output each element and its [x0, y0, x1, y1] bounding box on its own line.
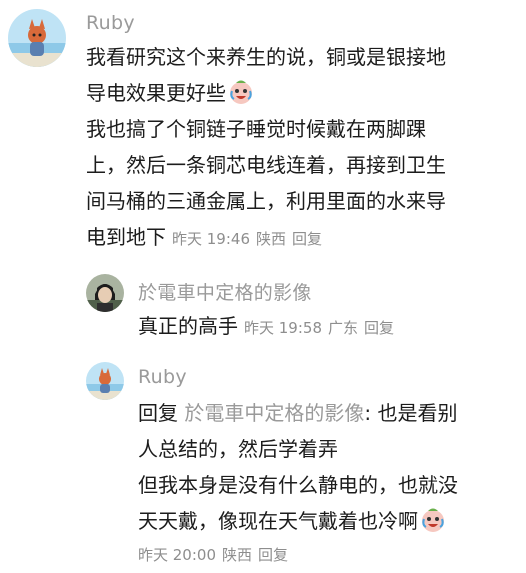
avatar-ruby[interactable] — [86, 362, 124, 400]
comment-time: 昨天 19:46 — [172, 230, 250, 248]
comment-time: 昨天 19:58 — [244, 319, 322, 337]
comment-line: 但我本身是没有什么静电的，也就没 — [138, 473, 458, 497]
comment-meta: 昨天 19:58 广东 回复 — [244, 319, 400, 337]
comment-location: 广东 — [328, 319, 359, 337]
comment-line: 间马桶的三通金属上，利用里面的水来导 — [86, 189, 446, 213]
comment-body: 真正的高手 昨天 19:58 广东 回复 — [138, 308, 400, 346]
comment-line: 天天戴，像现在天气戴着也冷啊 — [138, 509, 418, 533]
comment-body: 我看研究这个来养生的说，铜或是银接地 导电效果更好些 我也搞了个铜链子睡觉时候戴… — [86, 39, 446, 257]
reply-prefix: 回复 — [138, 401, 178, 425]
comment-author[interactable]: 於電車中定格的影像 — [138, 278, 312, 305]
comment-line: 导电效果更好些 — [86, 81, 226, 105]
comment-author[interactable]: Ruby — [86, 12, 135, 34]
reply-button[interactable]: 回复 — [364, 319, 394, 337]
comment-line: 我看研究这个来养生的说，铜或是银接地 — [86, 45, 446, 69]
crying-laughing-face-icon — [230, 80, 252, 104]
mention-link[interactable]: 於電車中定格的影像 — [184, 401, 364, 425]
reply-button[interactable]: 回复 — [258, 546, 288, 564]
comment-meta: 昨天 19:46 陕西 回复 — [172, 230, 328, 248]
comment-author[interactable]: Ruby — [138, 366, 187, 388]
avatar-commenter[interactable] — [86, 274, 124, 312]
avatar-ruby[interactable] — [8, 9, 66, 67]
comment-line: : 也是看别 — [364, 401, 458, 425]
reply-button[interactable]: 回复 — [292, 230, 322, 248]
comment-line: 上，然后一条铜芯电线连着，再接到卫生 — [86, 153, 446, 177]
comment-body: 回复 於電車中定格的影像: 也是看别 人总结的，然后学着弄 但我本身是没有什么静… — [138, 395, 458, 539]
comment-line: 真正的高手 — [138, 314, 238, 338]
comment-line: 电到地下 — [86, 225, 166, 249]
comment-line: 人总结的，然后学着弄 — [138, 437, 338, 461]
comment-location: 陕西 — [222, 546, 253, 564]
comment-location: 陕西 — [256, 230, 287, 248]
comment-time: 昨天 20:00 — [138, 546, 216, 564]
comment-line: 我也搞了个铜链子睡觉时候戴在两脚踝 — [86, 117, 426, 141]
comment-meta: 昨天 20:00 陕西 回复 — [138, 544, 294, 565]
crying-laughing-face-icon — [422, 508, 444, 532]
